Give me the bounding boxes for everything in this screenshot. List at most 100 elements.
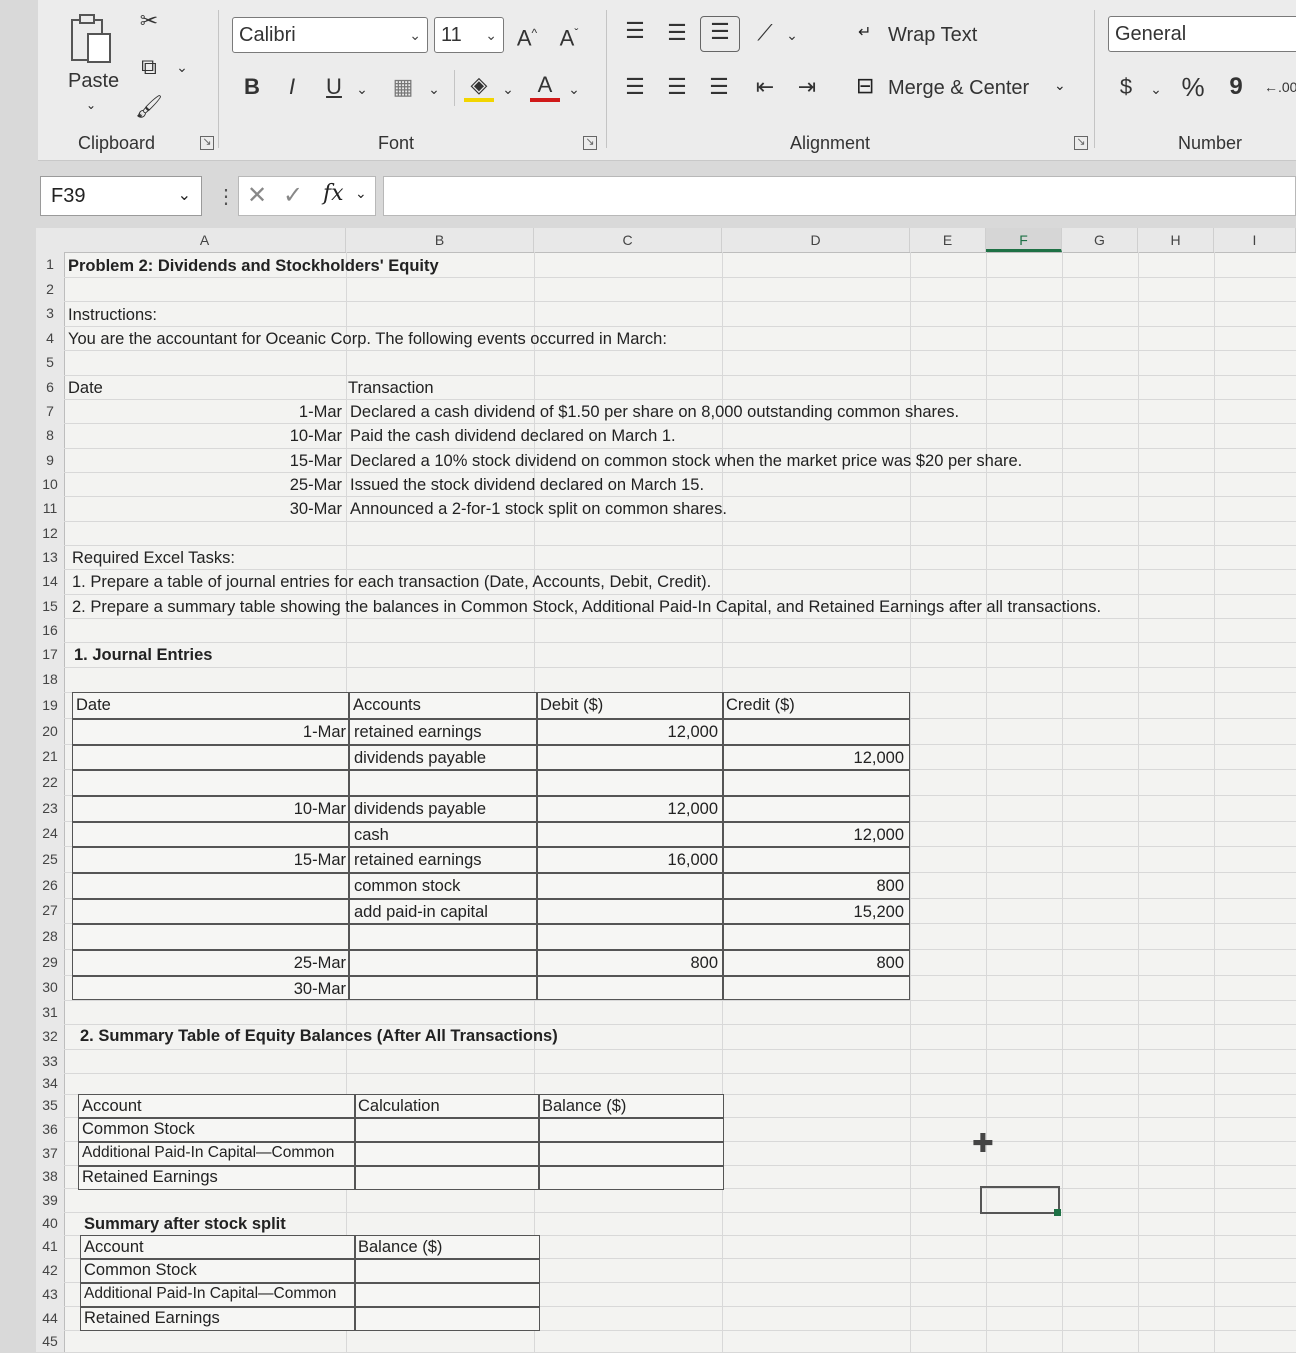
- selected-cell[interactable]: [980, 1186, 1060, 1214]
- task-2[interactable]: 2. Prepare a summary table showing the b…: [72, 597, 1101, 617]
- insert-function-icon[interactable]: fx: [323, 181, 344, 206]
- enter-icon[interactable]: ✓: [283, 181, 303, 210]
- row-header[interactable]: 19: [36, 692, 64, 718]
- wrap-text-button[interactable]: ↵ Wrap Text: [856, 20, 1016, 52]
- row-header[interactable]: 24: [36, 821, 64, 846]
- journal-account[interactable]: retained earnings: [354, 850, 482, 870]
- fill-handle[interactable]: [1054, 1209, 1061, 1216]
- row-header[interactable]: 33: [36, 1049, 64, 1073]
- sheet-title[interactable]: Problem 2: Dividends and Stockholders' E…: [68, 256, 439, 276]
- split-row-retained-earnings[interactable]: Retained Earnings: [84, 1308, 220, 1328]
- instructions-label[interactable]: Instructions:: [68, 305, 157, 325]
- decrease-font-size-button[interactable]: Aˇ: [554, 18, 584, 50]
- event-date[interactable]: 10-Mar: [236, 426, 342, 446]
- row-header[interactable]: 5: [36, 350, 64, 375]
- font-name-select[interactable]: Calibri ⌄: [232, 17, 428, 53]
- chevron-down-icon[interactable]: ⌄: [426, 74, 442, 106]
- row-header[interactable]: 6: [36, 375, 64, 399]
- font-color-icon[interactable]: A: [530, 70, 560, 102]
- align-left-icon[interactable]: ☰: [620, 72, 650, 104]
- column-header-h[interactable]: H: [1138, 228, 1214, 252]
- row-header[interactable]: 43: [36, 1282, 64, 1306]
- italic-button[interactable]: I: [278, 72, 306, 104]
- percent-button[interactable]: %: [1178, 72, 1208, 104]
- journal-account[interactable]: cash: [354, 825, 389, 845]
- summary-row-common-stock[interactable]: Common Stock: [82, 1119, 195, 1139]
- journal-title[interactable]: 1. Journal Entries: [74, 645, 212, 665]
- align-right-icon[interactable]: ☰: [704, 72, 734, 104]
- journal-header-accounts[interactable]: Accounts: [353, 695, 421, 715]
- event-date[interactable]: 30-Mar: [236, 499, 342, 519]
- align-center-icon[interactable]: ☰: [662, 72, 692, 104]
- column-header-i[interactable]: I: [1214, 228, 1296, 252]
- row-header[interactable]: 3: [36, 301, 64, 326]
- name-box[interactable]: F39 ⌄: [40, 176, 202, 216]
- journal-date[interactable]: 15-Mar: [236, 850, 346, 870]
- row-header[interactable]: 1: [36, 252, 64, 277]
- journal-header-debit[interactable]: Debit ($): [540, 695, 603, 715]
- chevron-down-icon[interactable]: ⌄: [354, 74, 370, 106]
- journal-credit[interactable]: 12,000: [726, 748, 904, 768]
- currency-button[interactable]: $: [1112, 72, 1140, 104]
- split-header-account[interactable]: Account: [84, 1237, 144, 1257]
- format-painter-icon[interactable]: 🖌: [134, 92, 164, 124]
- chevron-down-icon[interactable]: ⌄: [566, 74, 582, 106]
- row-header[interactable]: 25: [36, 846, 64, 872]
- row-header[interactable]: 2: [36, 277, 64, 301]
- cut-icon[interactable]: ✂: [134, 6, 164, 38]
- row-header[interactable]: 36: [36, 1117, 64, 1141]
- tasks-label[interactable]: Required Excel Tasks:: [72, 548, 235, 568]
- row-header[interactable]: 8: [36, 423, 64, 448]
- journal-credit[interactable]: 800: [726, 876, 904, 896]
- summary-row-apic[interactable]: Additional Paid-In Capital—Common: [82, 1143, 334, 1163]
- column-header-b[interactable]: B: [346, 228, 534, 252]
- row-header[interactable]: 22: [36, 769, 64, 795]
- journal-credit[interactable]: 15,200: [726, 902, 904, 922]
- split-header-balance[interactable]: Balance ($): [358, 1237, 442, 1257]
- journal-header-date[interactable]: Date: [76, 695, 111, 715]
- row-header[interactable]: 20: [36, 718, 64, 744]
- event-transaction[interactable]: Announced a 2-for-1 stock split on commo…: [350, 499, 727, 519]
- column-header-c[interactable]: C: [534, 228, 722, 252]
- journal-debit[interactable]: 12,000: [540, 722, 718, 742]
- journal-account[interactable]: dividends payable: [354, 799, 486, 819]
- dialog-launcher-icon[interactable]: ↘: [1074, 136, 1088, 150]
- fill-color-icon[interactable]: ◈: [464, 70, 494, 102]
- row-header[interactable]: 26: [36, 872, 64, 898]
- row-header[interactable]: 27: [36, 898, 64, 923]
- row-header[interactable]: 14: [36, 569, 64, 594]
- font-size-select[interactable]: 11 ⌄: [434, 17, 504, 53]
- bold-button[interactable]: B: [238, 72, 266, 104]
- row-header[interactable]: 38: [36, 1165, 64, 1188]
- row-header[interactable]: 21: [36, 744, 64, 769]
- row-header[interactable]: 11: [36, 496, 64, 521]
- journal-debit[interactable]: 16,000: [540, 850, 718, 870]
- cancel-icon[interactable]: ✕: [247, 181, 267, 210]
- row-header[interactable]: 37: [36, 1141, 64, 1165]
- column-header-d[interactable]: D: [722, 228, 910, 252]
- row-header[interactable]: 28: [36, 923, 64, 949]
- row-header[interactable]: 7: [36, 399, 64, 423]
- align-top-icon[interactable]: ☰: [620, 16, 650, 48]
- row-header[interactable]: 13: [36, 545, 64, 569]
- row-header[interactable]: 17: [36, 642, 64, 667]
- increase-decimal-icon[interactable]: ←.00: [1264, 72, 1296, 104]
- event-transaction[interactable]: Declared a 10% stock dividend on common …: [350, 451, 1022, 471]
- increase-font-size-button[interactable]: A^: [512, 18, 542, 50]
- row-header[interactable]: 32: [36, 1024, 64, 1049]
- column-header-g[interactable]: G: [1062, 228, 1138, 252]
- journal-credit[interactable]: 12,000: [726, 825, 904, 845]
- chevron-down-icon[interactable]: ⌄: [172, 52, 192, 84]
- row-header[interactable]: 35: [36, 1094, 64, 1117]
- row-header[interactable]: 23: [36, 795, 64, 821]
- summary-header-balance[interactable]: Balance ($): [542, 1096, 626, 1116]
- column-header-e[interactable]: E: [910, 228, 986, 252]
- underline-button[interactable]: U: [320, 72, 348, 104]
- borders-icon[interactable]: ▦: [388, 72, 418, 104]
- chevron-down-icon[interactable]: ⌄: [500, 74, 516, 106]
- summary-header-calculation[interactable]: Calculation: [358, 1096, 440, 1116]
- row-header[interactable]: 18: [36, 667, 64, 692]
- journal-date[interactable]: 25-Mar: [236, 953, 346, 973]
- row-header[interactable]: 31: [36, 1000, 64, 1024]
- decrease-indent-icon[interactable]: ⇤: [750, 72, 780, 104]
